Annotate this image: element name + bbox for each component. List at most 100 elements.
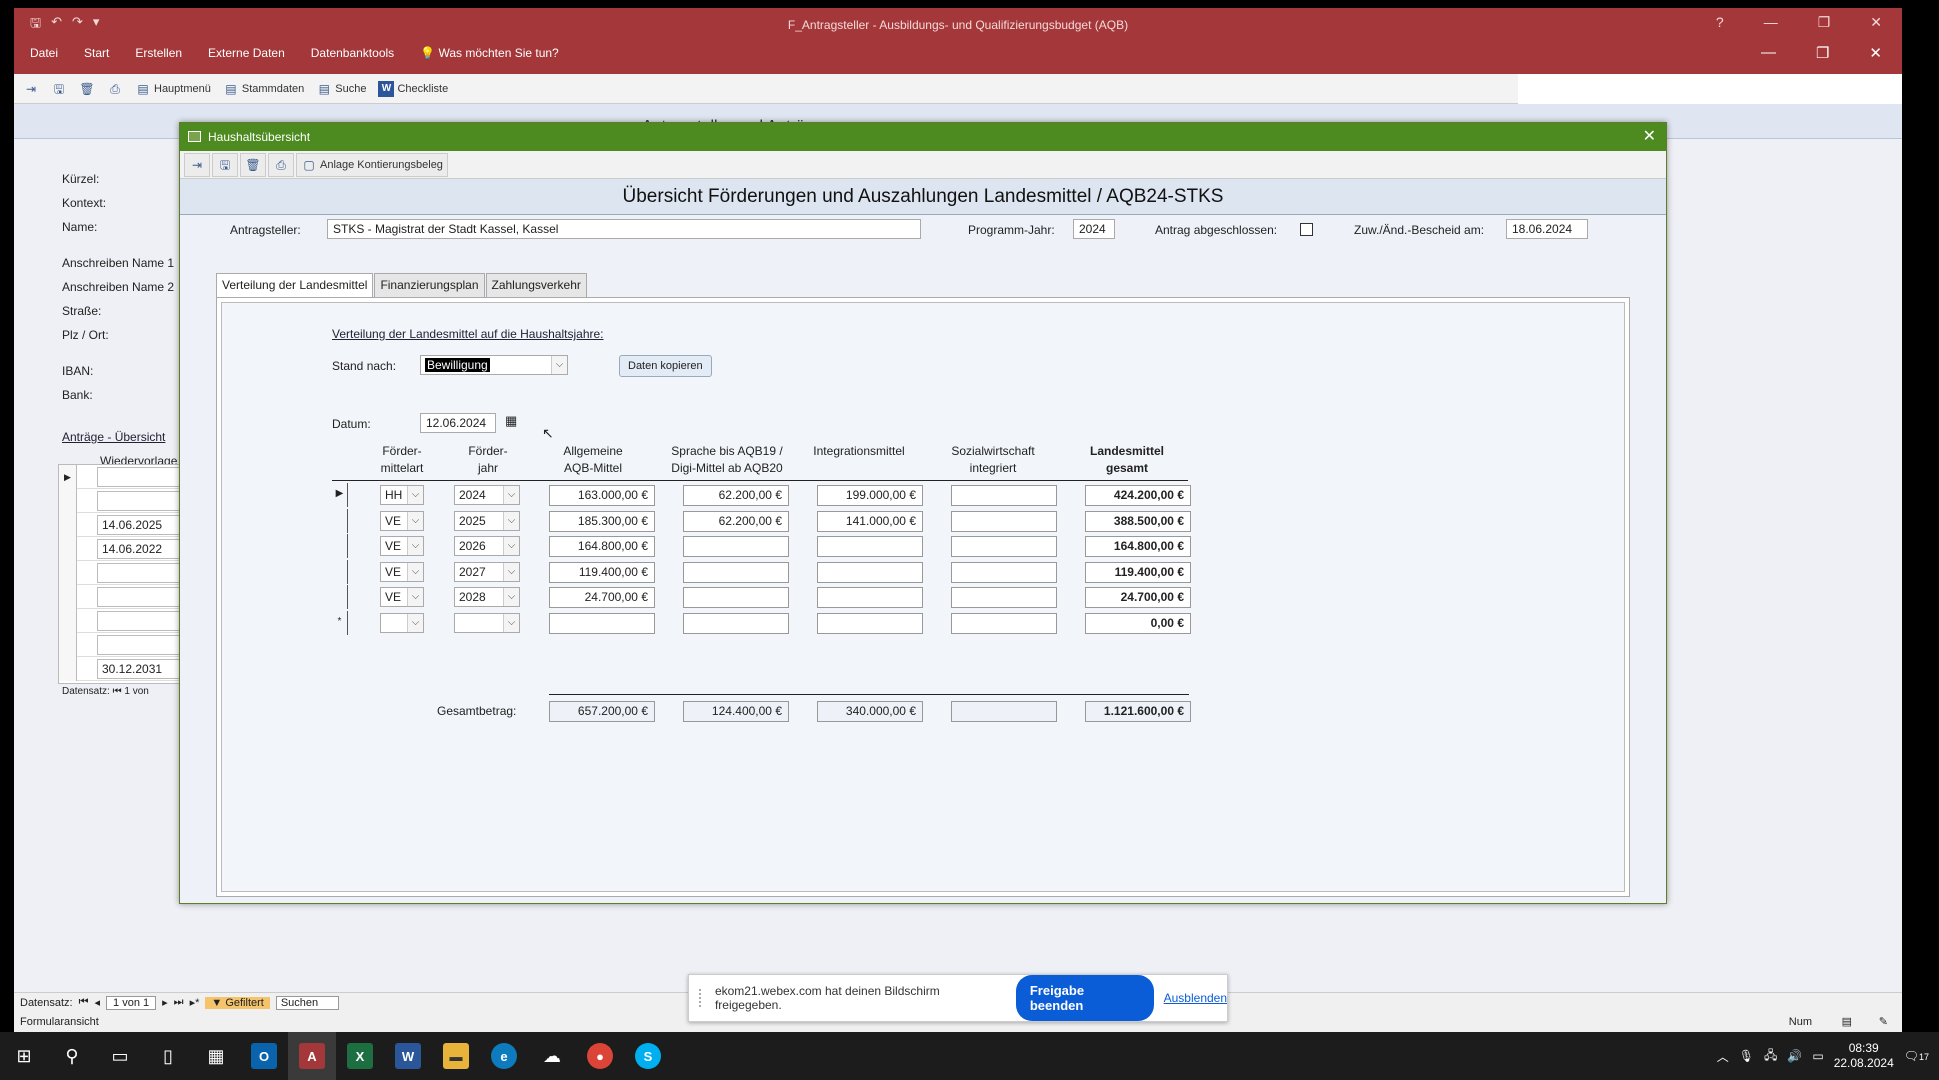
tab-finanzierungsplan[interactable]: Finanzierungsplan xyxy=(374,273,485,297)
hauptmenue-button[interactable]: ▤ Hauptmenü xyxy=(130,77,216,101)
foerderjahr-dropdown[interactable]: 2024 ⌵ xyxy=(454,485,520,505)
search-icon[interactable]: ⚲ xyxy=(48,1032,96,1080)
row-selector[interactable]: * xyxy=(332,611,348,635)
network-icon[interactable]: 🖧 xyxy=(1764,1046,1777,1067)
battery-icon[interactable]: ▭ xyxy=(1812,1049,1823,1063)
row-selector[interactable]: ▶ xyxy=(332,483,348,507)
sprache-cell[interactable]: 62.200,00 € xyxy=(683,485,789,506)
last-record-icon[interactable]: ⏭ xyxy=(174,996,184,1009)
stand-dropdown[interactable]: Bewilligung ⌵ xyxy=(420,355,568,375)
wiedervorlage-cell[interactable] xyxy=(97,635,189,655)
delete-button[interactable]: 🗑 xyxy=(240,152,266,177)
foerdermittelart-dropdown[interactable]: VE ⌵ xyxy=(380,587,424,607)
foerderjahr-dropdown[interactable]: 2027 ⌵ xyxy=(454,562,520,582)
drag-handle[interactable] xyxy=(699,989,705,1007)
menu-datenbanktools[interactable]: Datenbanktools xyxy=(311,46,394,60)
chevron-down-icon[interactable]: ⌵ xyxy=(407,563,423,581)
allgemeine-cell[interactable] xyxy=(549,613,655,634)
foerdermittelart-dropdown[interactable]: VE ⌵ xyxy=(380,536,424,556)
allgemeine-cell[interactable]: 119.400,00 € xyxy=(549,562,655,583)
row-selector[interactable] xyxy=(59,489,77,513)
restore-icon[interactable]: ❐ xyxy=(1818,14,1831,31)
allgemeine-cell[interactable]: 163.000,00 € xyxy=(549,485,655,506)
calendar-icon[interactable]: ▦ xyxy=(505,413,517,429)
chevron-down-icon[interactable]: ⌵ xyxy=(503,537,519,555)
row-selector[interactable] xyxy=(59,585,77,609)
row-selector[interactable] xyxy=(332,534,348,558)
stammdaten-button[interactable]: ▤ Stammdaten xyxy=(218,77,309,101)
list-item[interactable] xyxy=(59,585,189,609)
integration-cell[interactable]: 141.000,00 € xyxy=(817,511,923,532)
filter-toggle[interactable]: ▼ Gefiltert xyxy=(205,996,270,1009)
list-item[interactable] xyxy=(59,561,189,585)
foerderjahr-dropdown[interactable]: 2026 ⌵ xyxy=(454,536,520,556)
sozialwirtschaft-cell[interactable] xyxy=(951,511,1057,532)
first-record-icon[interactable]: ⏮ xyxy=(79,996,89,1009)
chevron-down-icon[interactable]: ⌵ xyxy=(407,588,423,606)
chevron-down-icon[interactable]: ⌵ xyxy=(407,537,423,555)
allgemeine-cell[interactable]: 24.700,00 € xyxy=(549,587,655,608)
bescheid-date-field[interactable]: 18.06.2024 xyxy=(1506,219,1588,239)
delete-button[interactable]: 🗑 xyxy=(74,77,100,101)
edge-icon[interactable]: e xyxy=(480,1032,528,1080)
new-record-icon[interactable]: ▸* xyxy=(190,996,200,1009)
wiedervorlage-cell[interactable] xyxy=(97,587,189,607)
daten-kopieren-button[interactable]: Daten kopieren xyxy=(619,355,712,377)
integration-cell[interactable]: 199.000,00 € xyxy=(817,485,923,506)
word-icon[interactable]: W xyxy=(384,1032,432,1080)
chevron-down-icon[interactable]: ⌵ xyxy=(503,588,519,606)
help-icon[interactable]: ? xyxy=(1716,14,1724,31)
chevron-down-icon[interactable]: ⌵ xyxy=(407,512,423,530)
list-item[interactable] xyxy=(59,609,189,633)
chrome-icon[interactable]: ● xyxy=(576,1032,624,1080)
sprache-cell[interactable] xyxy=(683,587,789,608)
clock[interactable]: 08:39 22.08.2024 xyxy=(1834,1041,1894,1071)
row-selector[interactable] xyxy=(59,537,77,561)
dialog-close-icon[interactable]: ✕ xyxy=(1643,123,1656,151)
wiedervorlage-cell[interactable]: 14.06.2022 xyxy=(97,539,189,559)
subform-nav-value[interactable]: 1 von xyxy=(124,686,148,697)
microphone-icon[interactable]: 🎙 xyxy=(1739,1049,1754,1063)
wiedervorlage-cell[interactable] xyxy=(97,467,189,487)
row-selector[interactable] xyxy=(59,657,77,681)
foerdermittelart-dropdown[interactable]: VE ⌵ xyxy=(380,511,424,531)
cloud-app-icon[interactable]: ☁ xyxy=(528,1032,576,1080)
menu-datei[interactable]: Datei xyxy=(30,46,58,60)
row-selector[interactable] xyxy=(59,513,77,537)
save-button[interactable]: 🖫 xyxy=(212,152,238,177)
suche-button[interactable]: ▤ Suche xyxy=(311,77,371,101)
list-item[interactable]: 14.06.2025 xyxy=(59,513,189,537)
windows-start-icon[interactable]: ⊞ xyxy=(0,1032,48,1080)
wiedervorlage-cell[interactable] xyxy=(97,563,189,583)
calculator-icon[interactable]: ▦ xyxy=(192,1032,240,1080)
access-icon[interactable]: A xyxy=(288,1032,336,1080)
menu-start[interactable]: Start xyxy=(84,46,109,60)
sozialwirtschaft-cell[interactable] xyxy=(951,485,1057,506)
tell-me[interactable]: 💡 Was möchten Sie tun? xyxy=(420,46,559,60)
chevron-down-icon[interactable]: ⌵ xyxy=(503,614,519,632)
design-view-icon[interactable]: ✎ xyxy=(1879,1012,1888,1032)
excel-icon[interactable]: X xyxy=(336,1032,384,1080)
doc-minimize-icon[interactable]: — xyxy=(1761,44,1776,62)
sozialwirtschaft-cell[interactable] xyxy=(951,613,1057,634)
row-selector[interactable] xyxy=(59,609,77,633)
row-selector[interactable] xyxy=(332,509,348,533)
skype-icon[interactable]: S xyxy=(624,1032,672,1080)
foerderjahr-dropdown[interactable]: 2028 ⌵ xyxy=(454,587,520,607)
list-item[interactable] xyxy=(59,633,189,657)
speaker-icon[interactable]: 🔊 xyxy=(1787,1049,1802,1063)
row-selector[interactable] xyxy=(332,585,348,609)
wiedervorlage-cell[interactable]: 14.06.2025 xyxy=(97,515,189,535)
datum-field[interactable]: 12.06.2024 xyxy=(420,413,496,433)
programmjahr-field[interactable]: 2024 xyxy=(1073,219,1115,239)
task-view-icon[interactable]: ▭ xyxy=(96,1032,144,1080)
exit-button[interactable]: ⇥ xyxy=(184,152,210,177)
ausblenden-link[interactable]: Ausblenden xyxy=(1164,991,1227,1005)
list-item[interactable]: 14.06.2022 xyxy=(59,537,189,561)
menu-erstellen[interactable]: Erstellen xyxy=(135,46,182,60)
row-selector[interactable] xyxy=(59,561,77,585)
chevron-down-icon[interactable]: ⌵ xyxy=(503,512,519,530)
list-item[interactable] xyxy=(59,489,189,513)
form-view-icon[interactable]: ▤ xyxy=(1842,1012,1852,1032)
foerdermittelart-dropdown[interactable]: ⌵ xyxy=(380,613,424,633)
